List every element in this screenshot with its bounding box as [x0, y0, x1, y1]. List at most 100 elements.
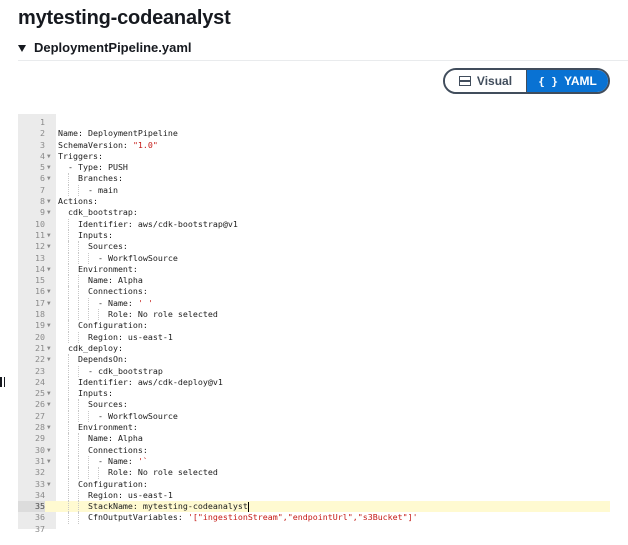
- code-line[interactable]: 4 ▼ Triggers:: [18, 151, 610, 162]
- code-text: Triggers:: [58, 150, 103, 161]
- code-text: Actions:: [58, 196, 98, 207]
- fold-toggle-icon[interactable]: ▼: [47, 422, 51, 433]
- code-line[interactable]: 15 Name: Alpha: [18, 275, 610, 287]
- line-number: 31: [35, 455, 45, 466]
- file-section-toggle[interactable]: DeploymentPipeline.yaml: [18, 40, 192, 55]
- code-line[interactable]: 27 - WorkflowSource: [18, 410, 610, 423]
- code-text: Branches:: [58, 173, 123, 184]
- line-number: 35: [18, 501, 45, 513]
- code-line[interactable]: 20 Region: us-east-1: [18, 331, 610, 343]
- code-text: - WorkflowSource: [58, 252, 178, 263]
- code-line[interactable]: 19 ▼ Configuration:: [18, 320, 610, 332]
- code-line[interactable]: 10 Identifier: aws/cdk-bootstrap@v1: [18, 218, 610, 230]
- fold-toggle-icon[interactable]: ▼: [47, 354, 51, 365]
- code-line[interactable]: 26 ▼ Sources:: [18, 399, 610, 411]
- code-line[interactable]: 28 ▼ Environment:: [18, 422, 610, 434]
- code-line[interactable]: 31 ▼ - Name: '`: [18, 455, 610, 468]
- code-text: - Name: ' ': [58, 297, 153, 308]
- line-number: 27: [35, 410, 45, 421]
- fold-toggle-icon[interactable]: ▼: [47, 230, 51, 241]
- line-number: 28: [35, 422, 45, 433]
- line-number: 13: [35, 252, 45, 263]
- line-number: 10: [35, 218, 45, 229]
- code-line[interactable]: 13 - WorkflowSource: [18, 252, 610, 264]
- code-line[interactable]: 1: [18, 117, 610, 128]
- line-number: 4: [40, 150, 45, 161]
- code-line[interactable]: 37: [18, 524, 610, 535]
- fold-toggle-icon[interactable]: ▼: [47, 320, 51, 331]
- line-number: 26: [35, 399, 45, 410]
- code-line[interactable]: 36 CfnOutputVariables: '["ingestionStrea…: [18, 512, 610, 524]
- fold-toggle-icon[interactable]: ▼: [47, 298, 51, 309]
- code-text: Inputs:: [58, 229, 113, 240]
- line-number: 2: [40, 128, 45, 139]
- line-number: 9: [40, 207, 45, 218]
- line-number: 34: [35, 489, 45, 500]
- line-number: 25: [35, 388, 45, 399]
- page-title: mytesting-codeanalyst: [18, 7, 231, 29]
- code-line[interactable]: 30 ▼ Connections:: [18, 444, 610, 456]
- code-line[interactable]: 18 Role: No role selected: [18, 309, 610, 321]
- fold-toggle-icon[interactable]: ▼: [47, 151, 51, 162]
- code-line[interactable]: 9 ▼ cdk_bootstrap:: [18, 207, 610, 218]
- code-line[interactable]: 17 ▼ - Name: ' ': [18, 297, 610, 310]
- fold-toggle-icon[interactable]: ▼: [47, 162, 51, 173]
- code-line[interactable]: 34 Region: us-east-1: [18, 489, 610, 502]
- line-number: 12: [35, 241, 45, 252]
- line-number: 7: [40, 184, 45, 195]
- code-line[interactable]: 23 - cdk_bootstrap: [18, 365, 610, 377]
- code-line[interactable]: 5 ▼ - Type: PUSH: [18, 162, 610, 173]
- fold-toggle-icon[interactable]: ▼: [47, 173, 51, 184]
- code-line[interactable]: 16 ▼ Connections:: [18, 286, 610, 298]
- code-line[interactable]: 14 ▼ Environment:: [18, 263, 610, 276]
- code-text: - cdk_bootstrap: [58, 365, 163, 376]
- text-cursor: [247, 501, 249, 512]
- code-text: Name: Alpha: [58, 433, 143, 444]
- fold-toggle-icon[interactable]: ▼: [47, 264, 51, 275]
- code-line[interactable]: 32 Role: No role selected: [18, 467, 610, 479]
- caret-down-icon[interactable]: [18, 44, 26, 52]
- code-text: Region: us-east-1: [58, 331, 173, 342]
- fold-toggle-icon[interactable]: ▼: [47, 286, 51, 297]
- code-line[interactable]: 7 - main: [18, 184, 610, 197]
- code-line[interactable]: 22 ▼ DependsOn:: [18, 354, 610, 366]
- code-text: Name: DeploymentPipeline: [58, 128, 178, 139]
- code-line[interactable]: 21 ▼ cdk_deploy:: [18, 343, 610, 354]
- code-text: Configuration:: [58, 478, 148, 489]
- code-line[interactable]: 29 Name: Alpha: [18, 433, 610, 445]
- panel-resize-handle[interactable]: [0, 377, 6, 387]
- code-line[interactable]: 2 Name: DeploymentPipeline: [18, 128, 610, 139]
- code-text: cdk_bootstrap:: [58, 207, 138, 218]
- fold-toggle-icon[interactable]: ▼: [47, 399, 51, 410]
- code-text: - Name: '`: [58, 455, 148, 466]
- code-line[interactable]: 24 Identifier: aws/cdk-deploy@v1: [18, 376, 610, 389]
- code-text: Sources:: [58, 241, 128, 252]
- code-lines: 1 2 Name: DeploymentPipeline 3 SchemaVersion…: [18, 117, 610, 535]
- code-line[interactable]: 33 ▼ Configuration:: [18, 478, 610, 490]
- fold-toggle-icon[interactable]: ▼: [47, 207, 51, 218]
- line-number: 24: [35, 376, 45, 387]
- code-line[interactable]: 12 ▼ Sources:: [18, 241, 610, 253]
- fold-toggle-icon[interactable]: ▼: [47, 343, 51, 354]
- visual-toggle-button[interactable]: Visual: [445, 70, 527, 92]
- code-line[interactable]: 8 ▼ Actions:: [18, 196, 610, 207]
- code-line[interactable]: 11 ▼ Inputs:: [18, 229, 610, 242]
- line-number: 3: [40, 139, 45, 150]
- code-line[interactable]: 3 SchemaVersion: "1.0": [18, 140, 610, 151]
- code-line[interactable]: 25 ▼ Inputs:: [18, 388, 610, 400]
- code-text: Connections:: [58, 286, 148, 297]
- fold-toggle-icon[interactable]: ▼: [47, 196, 51, 207]
- fold-toggle-icon[interactable]: ▼: [47, 388, 51, 399]
- fold-toggle-icon[interactable]: ▼: [47, 445, 51, 456]
- yaml-toggle-label: YAML: [563, 74, 597, 88]
- yaml-code-editor[interactable]: 1 2 Name: DeploymentPipeline 3 SchemaVersion…: [18, 114, 610, 534]
- code-text: Inputs:: [58, 388, 113, 399]
- code-text: Configuration:: [58, 320, 148, 331]
- view-toggle: Visual { } YAML: [443, 68, 610, 94]
- fold-toggle-icon[interactable]: ▼: [47, 456, 51, 467]
- fold-toggle-icon[interactable]: ▼: [47, 479, 51, 490]
- code-line[interactable]: 6 ▼ Branches:: [18, 173, 610, 185]
- code-line[interactable]: 35 StackName: mytesting-codeanalyst: [18, 501, 610, 513]
- yaml-toggle-button[interactable]: { } YAML: [527, 70, 608, 92]
- fold-toggle-icon[interactable]: ▼: [47, 241, 51, 252]
